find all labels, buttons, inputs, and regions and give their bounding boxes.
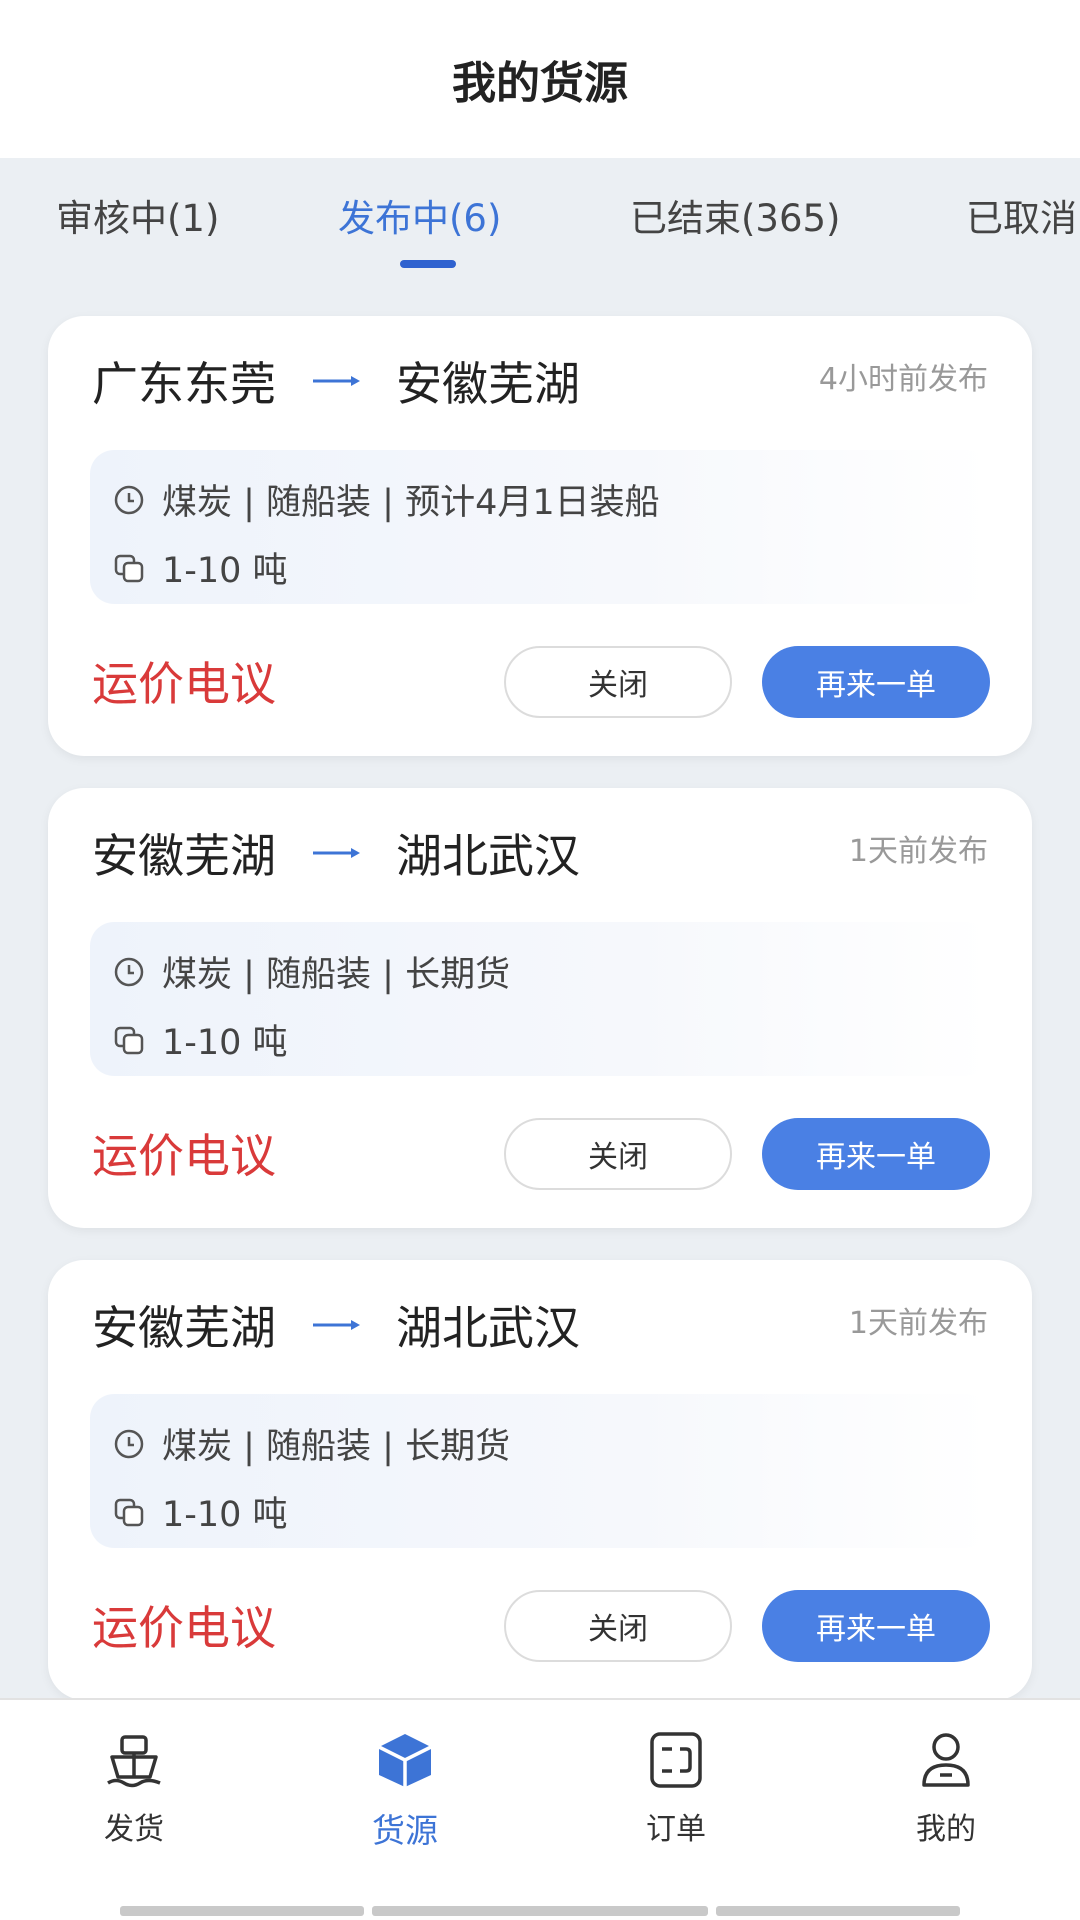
- tab-finished[interactable]: 已结束(365): [630, 188, 841, 242]
- cargo-card[interactable]: 安徽芜湖 湖北武汉 1天前发布 煤炭 | 随船装 | 长期货 1-10 吨 运价…: [48, 1260, 1032, 1700]
- freight-price: 运价电议: [92, 657, 276, 711]
- system-nav-bar: [716, 1906, 960, 1916]
- order-icon: [596, 1730, 756, 1790]
- nav-label: 货源: [372, 1811, 438, 1850]
- reorder-button[interactable]: 再来一单: [762, 1118, 990, 1190]
- nav-item-cargo[interactable]: 货源: [325, 1730, 485, 1852]
- tab-reviewing[interactable]: 审核中(1): [56, 188, 219, 242]
- cargo-detail-row: 煤炭 | 随船装 | 长期货: [110, 946, 510, 997]
- posted-time: 4小时前发布: [818, 362, 988, 397]
- nav-label: 我的: [916, 1812, 976, 1847]
- cargo-detail-row: 煤炭 | 随船装 | 预计4月1日装船: [110, 474, 660, 525]
- weight-icon: [110, 549, 148, 587]
- cargo-detail: 煤炭 | 随船装 | 预计4月1日装船: [162, 483, 660, 523]
- weight-row: 1-10 吨: [110, 1014, 288, 1065]
- origin-city: 广东东莞: [92, 357, 276, 411]
- route: 安徽芜湖 湖北武汉: [92, 820, 580, 886]
- weight-icon: [110, 1021, 148, 1059]
- route: 安徽芜湖 湖北武汉: [92, 1292, 580, 1358]
- nav-item-orders[interactable]: 订单: [596, 1730, 756, 1848]
- cargo-detail: 煤炭 | 随船装 | 长期货: [162, 955, 511, 995]
- cargo-weight: 1-10 吨: [162, 1495, 288, 1535]
- cargo-info: 煤炭 | 随船装 | 长期货 1-10 吨: [90, 1394, 990, 1548]
- route: 广东东莞 安徽芜湖: [92, 348, 580, 414]
- destination-city: 湖北武汉: [396, 829, 580, 883]
- cargo-info: 煤炭 | 随船装 | 预计4月1日装船 1-10 吨: [90, 450, 990, 604]
- clock-icon: [110, 481, 148, 519]
- cargo-weight: 1-10 吨: [162, 551, 288, 591]
- cargo-card[interactable]: 安徽芜湖 湖北武汉 1天前发布 煤炭 | 随船装 | 长期货 1-10 吨 运价…: [48, 788, 1032, 1228]
- weight-row: 1-10 吨: [110, 542, 288, 593]
- nav-item-ship[interactable]: 发货: [54, 1730, 214, 1848]
- clock-icon: [110, 953, 148, 991]
- close-button[interactable]: 关闭: [504, 1118, 732, 1190]
- close-button[interactable]: 关闭: [504, 646, 732, 718]
- posted-time: 1天前发布: [848, 834, 988, 869]
- close-button[interactable]: 关闭: [504, 1590, 732, 1662]
- clock-icon: [110, 1425, 148, 1463]
- cargo-detail: 煤炭 | 随船装 | 长期货: [162, 1427, 511, 1467]
- destination-city: 湖北武汉: [396, 1301, 580, 1355]
- tab-cancelled[interactable]: 已取消: [966, 188, 1077, 242]
- cargo-detail-row: 煤炭 | 随船装 | 长期货: [110, 1418, 510, 1469]
- active-tab-indicator: [400, 260, 456, 268]
- origin-city: 安徽芜湖: [92, 1301, 276, 1355]
- status-tabs: 审核中(1) 发布中(6) 已结束(365) 已取消: [0, 158, 1080, 278]
- cargo-weight: 1-10 吨: [162, 1023, 288, 1063]
- cargo-card[interactable]: 广东东莞 安徽芜湖 4小时前发布 煤炭 | 随船装 | 预计4月1日装船 1-1…: [48, 316, 1032, 756]
- origin-city: 安徽芜湖: [92, 829, 276, 883]
- destination-city: 安徽芜湖: [396, 357, 580, 411]
- posted-time: 1天前发布: [848, 1306, 988, 1341]
- reorder-button[interactable]: 再来一单: [762, 1590, 990, 1662]
- ship-icon: [54, 1730, 214, 1790]
- freight-price: 运价电议: [92, 1601, 276, 1655]
- reorder-button[interactable]: 再来一单: [762, 646, 990, 718]
- weight-icon: [110, 1493, 148, 1531]
- freight-price: 运价电议: [92, 1129, 276, 1183]
- nav-label: 订单: [646, 1812, 706, 1847]
- nav-item-me[interactable]: 我的: [866, 1730, 1026, 1848]
- arrow-right-icon: [276, 1318, 396, 1332]
- arrow-right-icon: [276, 374, 396, 388]
- user-icon: [866, 1730, 1026, 1790]
- app-header: 我的货源: [0, 0, 1080, 158]
- system-nav-bar: [372, 1906, 708, 1916]
- cargo-info: 煤炭 | 随船装 | 长期货 1-10 吨: [90, 922, 990, 1076]
- arrow-right-icon: [276, 846, 396, 860]
- nav-label: 发货: [104, 1812, 164, 1847]
- weight-row: 1-10 吨: [110, 1486, 288, 1537]
- system-nav-bar: [120, 1906, 364, 1916]
- page-title: 我的货源: [452, 58, 628, 109]
- bottom-nav: 发货 货源 订单 我的: [0, 1698, 1080, 1920]
- tab-publishing[interactable]: 发布中(6): [338, 188, 501, 242]
- cube-icon: [325, 1730, 485, 1790]
